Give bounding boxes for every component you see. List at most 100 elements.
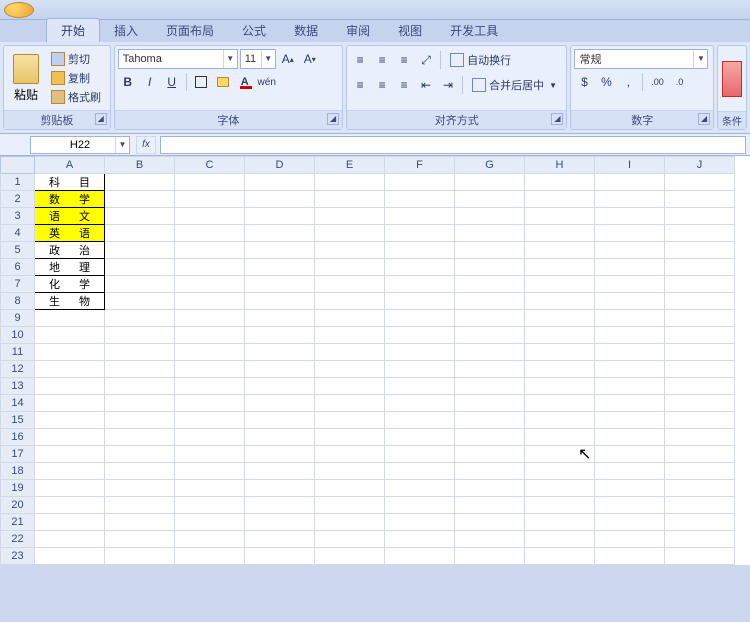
- row-header-17[interactable]: 17: [1, 446, 35, 463]
- cell-B15[interactable]: [105, 412, 175, 429]
- cell-J9[interactable]: [665, 310, 735, 327]
- row-header-3[interactable]: 3: [1, 208, 35, 225]
- cell-B23[interactable]: [105, 548, 175, 565]
- conditional-formatting-icon[interactable]: [722, 61, 742, 97]
- cell-C8[interactable]: [175, 293, 245, 310]
- cell-F8[interactable]: [385, 293, 455, 310]
- column-header-G[interactable]: G: [455, 157, 525, 174]
- cell-A13[interactable]: [35, 378, 105, 395]
- cell-E10[interactable]: [315, 327, 385, 344]
- cell-A18[interactable]: [35, 463, 105, 480]
- cell-H23[interactable]: [525, 548, 595, 565]
- cell-B9[interactable]: [105, 310, 175, 327]
- tab-页面布局[interactable]: 页面布局: [152, 19, 228, 42]
- cell-C4[interactable]: [175, 225, 245, 242]
- cell-A6[interactable]: 地 理: [35, 259, 105, 276]
- cell-D3[interactable]: [245, 208, 315, 225]
- cell-G23[interactable]: [455, 548, 525, 565]
- worksheet[interactable]: ABCDEFGHIJ1科 目2数 学3语 文4英 语5政 治6地 理7化 学8生…: [0, 156, 750, 565]
- fill-color-button[interactable]: [213, 72, 233, 92]
- underline-button[interactable]: U: [162, 72, 182, 92]
- cell-G19[interactable]: [455, 480, 525, 497]
- cell-F1[interactable]: [385, 174, 455, 191]
- cell-D1[interactable]: [245, 174, 315, 191]
- copy-button[interactable]: 复制: [48, 69, 104, 87]
- cell-A3[interactable]: 语 文: [35, 208, 105, 225]
- cell-F14[interactable]: [385, 395, 455, 412]
- cell-B8[interactable]: [105, 293, 175, 310]
- cell-D15[interactable]: [245, 412, 315, 429]
- cell-B19[interactable]: [105, 480, 175, 497]
- cell-E14[interactable]: [315, 395, 385, 412]
- select-all-corner[interactable]: [1, 157, 35, 174]
- cell-C3[interactable]: [175, 208, 245, 225]
- cell-E6[interactable]: [315, 259, 385, 276]
- cell-F6[interactable]: [385, 259, 455, 276]
- cell-I20[interactable]: [595, 497, 665, 514]
- cell-G10[interactable]: [455, 327, 525, 344]
- cell-D9[interactable]: [245, 310, 315, 327]
- cell-G5[interactable]: [455, 242, 525, 259]
- cell-H1[interactable]: [525, 174, 595, 191]
- cell-J18[interactable]: [665, 463, 735, 480]
- cell-B20[interactable]: [105, 497, 175, 514]
- cell-I11[interactable]: [595, 344, 665, 361]
- cell-A9[interactable]: [35, 310, 105, 327]
- dialog-launcher-icon[interactable]: ◢: [95, 113, 107, 125]
- cell-H3[interactable]: [525, 208, 595, 225]
- cell-D4[interactable]: [245, 225, 315, 242]
- cell-E5[interactable]: [315, 242, 385, 259]
- column-header-H[interactable]: H: [525, 157, 595, 174]
- cell-C20[interactable]: [175, 497, 245, 514]
- percent-button[interactable]: %: [596, 72, 616, 92]
- cell-I9[interactable]: [595, 310, 665, 327]
- cell-F2[interactable]: [385, 191, 455, 208]
- cell-J16[interactable]: [665, 429, 735, 446]
- cell-E15[interactable]: [315, 412, 385, 429]
- cell-G6[interactable]: [455, 259, 525, 276]
- cell-B4[interactable]: [105, 225, 175, 242]
- cell-I17[interactable]: [595, 446, 665, 463]
- cell-H2[interactable]: [525, 191, 595, 208]
- font-color-button[interactable]: A: [235, 72, 255, 92]
- cell-A15[interactable]: [35, 412, 105, 429]
- cell-J17[interactable]: [665, 446, 735, 463]
- cell-D5[interactable]: [245, 242, 315, 259]
- dialog-launcher-icon[interactable]: ◢: [698, 113, 710, 125]
- cell-E9[interactable]: [315, 310, 385, 327]
- cell-A19[interactable]: [35, 480, 105, 497]
- increase-decimal-button[interactable]: .00: [647, 72, 667, 92]
- cell-D13[interactable]: [245, 378, 315, 395]
- cell-I16[interactable]: [595, 429, 665, 446]
- cell-D12[interactable]: [245, 361, 315, 378]
- bold-button[interactable]: B: [118, 72, 138, 92]
- cell-F11[interactable]: [385, 344, 455, 361]
- wrap-text-button[interactable]: 自动换行: [445, 49, 516, 71]
- cell-J21[interactable]: [665, 514, 735, 531]
- column-header-A[interactable]: A: [35, 157, 105, 174]
- column-header-I[interactable]: I: [595, 157, 665, 174]
- row-header-7[interactable]: 7: [1, 276, 35, 293]
- cell-B3[interactable]: [105, 208, 175, 225]
- cell-I6[interactable]: [595, 259, 665, 276]
- align-right-button[interactable]: ≡: [394, 75, 414, 95]
- cell-E18[interactable]: [315, 463, 385, 480]
- row-header-11[interactable]: 11: [1, 344, 35, 361]
- cell-I3[interactable]: [595, 208, 665, 225]
- cell-J23[interactable]: [665, 548, 735, 565]
- cell-J7[interactable]: [665, 276, 735, 293]
- cell-I23[interactable]: [595, 548, 665, 565]
- cell-H11[interactable]: [525, 344, 595, 361]
- cell-C5[interactable]: [175, 242, 245, 259]
- cell-H13[interactable]: [525, 378, 595, 395]
- cell-C19[interactable]: [175, 480, 245, 497]
- cell-C17[interactable]: [175, 446, 245, 463]
- row-header-20[interactable]: 20: [1, 497, 35, 514]
- cell-H8[interactable]: [525, 293, 595, 310]
- cell-A2[interactable]: 数 学: [35, 191, 105, 208]
- row-header-16[interactable]: 16: [1, 429, 35, 446]
- cell-F5[interactable]: [385, 242, 455, 259]
- cell-B21[interactable]: [105, 514, 175, 531]
- cell-A20[interactable]: [35, 497, 105, 514]
- cell-G3[interactable]: [455, 208, 525, 225]
